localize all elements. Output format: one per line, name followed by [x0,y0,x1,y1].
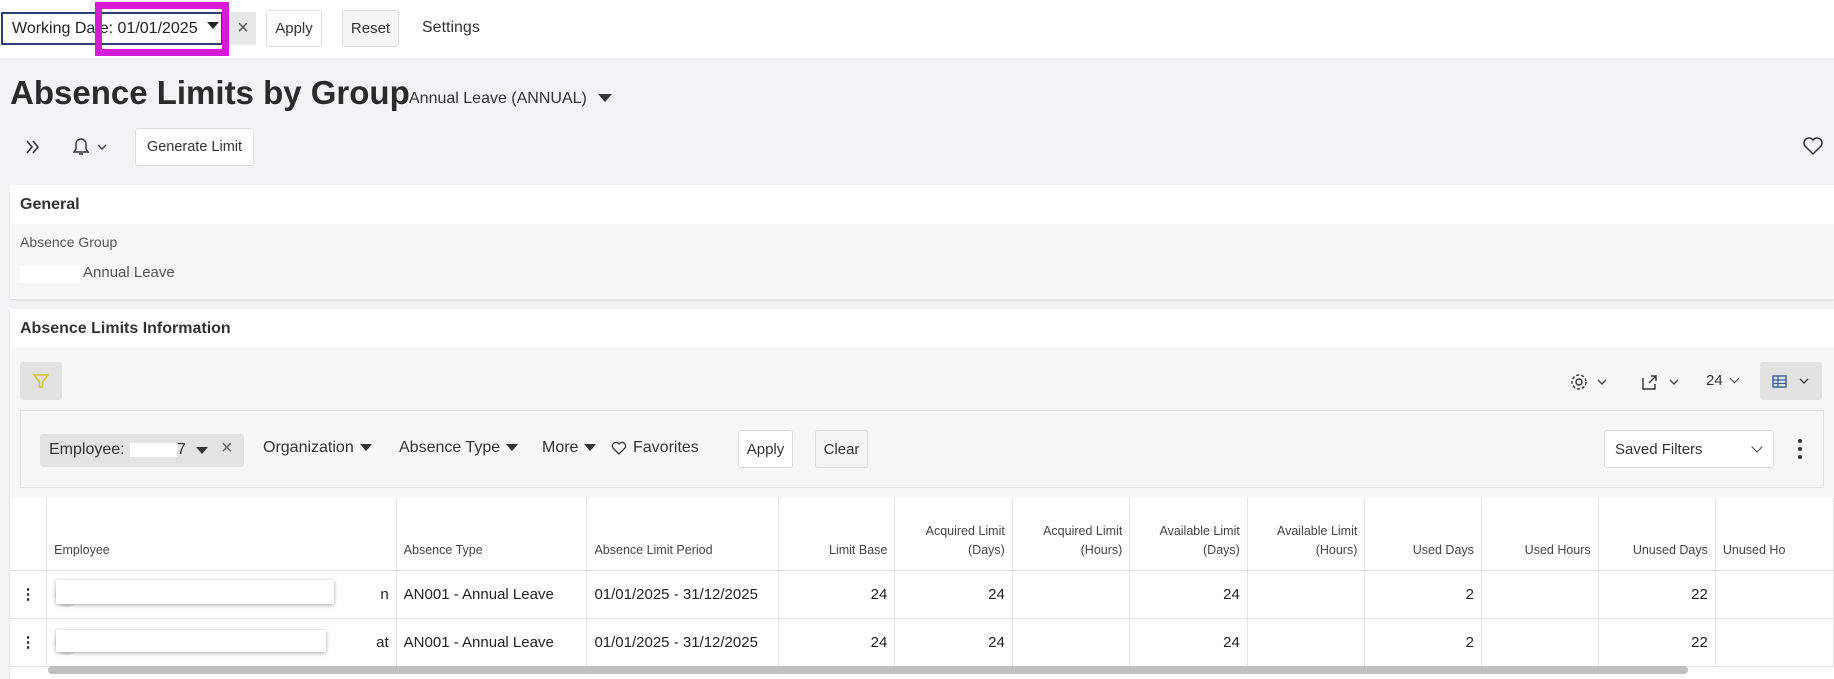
table-header-row: Employee Absence Type Absence Limit Peri… [10,498,1834,571]
employee-filter-chip[interactable]: Employee: 7 × [40,434,244,467]
redacted-employee [130,443,177,457]
export-icon[interactable] [1640,372,1682,392]
general-heading: General [20,196,80,213]
unused-days-cell: 22 [1598,618,1716,667]
filter-icon [32,374,50,388]
favorite-heart-icon[interactable] [1802,136,1824,156]
absence-type-label: Absence Type [399,439,501,456]
unused-hours-cell [1715,570,1834,619]
column-header[interactable]: Absence Limit Period [586,498,779,571]
column-header[interactable]: Unused Days [1598,498,1716,571]
period-cell: 01/01/2025 - 31/12/2025 [586,618,779,667]
info-heading: Absence Limits Information [20,320,231,337]
available-days-cell: 24 [1129,570,1248,619]
filter-apply-button[interactable]: Apply [738,430,793,468]
organization-filter[interactable]: Organization [263,439,372,457]
acquired-hours-cell [1012,570,1131,619]
employee-chip-label: Employee: [49,441,125,458]
limit-base-cell: 24 [778,618,896,667]
column-header[interactable]: Available Limit (Days) [1129,498,1248,571]
settings-link[interactable]: Settings [422,19,480,37]
column-header[interactable]: Acquired Limit (Hours) [1012,498,1131,571]
page-title: Absence Limits by Group [10,74,410,111]
absence-type-cell[interactable]: AN001 - Annual Leave [396,570,588,619]
page-size-value: 24 [1706,372,1723,389]
used-hours-cell [1481,570,1599,619]
view-mode-select[interactable] [1760,362,1822,400]
limit-base-cell: 24 [778,570,896,619]
settings-gear-icon[interactable] [1570,372,1610,392]
employee-chip-value: 7 [177,441,186,458]
used-days-cell: 2 [1364,618,1482,667]
unused-days-cell: 22 [1598,570,1716,619]
column-header[interactable]: Acquired Limit (Days) [894,498,1013,571]
caret-down-icon [359,444,372,452]
notification-bell-icon[interactable] [70,136,110,158]
redacted-employee-name [56,630,326,652]
column-header[interactable]: Absence Type [396,498,588,571]
page-size-select[interactable]: 24 [1706,372,1740,389]
absence-group-value: Annual Leave [83,264,175,281]
close-icon[interactable]: × [221,437,233,460]
general-body [10,224,1834,297]
horizontal-scrollbar[interactable] [48,666,1688,674]
working-date-label: Working Date: 01/01/2025 [12,19,198,37]
organization-label: Organization [263,439,354,456]
more-filter[interactable]: More [542,439,597,457]
used-days-cell: 2 [1364,570,1482,619]
favorites-filter[interactable]: Favorites [611,439,699,457]
caret-down-icon [584,444,597,452]
table-view-icon [1772,375,1809,388]
available-hours-cell [1247,618,1366,667]
chevron-down-icon [1729,373,1740,384]
caret-down-icon[interactable] [598,94,612,102]
absence-type-filter[interactable]: Absence Type [399,439,519,457]
absence-group-selector[interactable]: Annual Leave (ANNUAL) [409,90,587,108]
acquired-hours-cell [1012,618,1131,667]
redacted-code [20,266,80,283]
close-icon[interactable]: × [230,12,256,45]
favorites-label: Favorites [633,439,699,456]
chevron-down-icon [1751,441,1763,453]
row-menu-icon[interactable]: ⋮ [10,618,48,667]
column-header[interactable]: Employee [46,498,397,571]
caret-down-icon[interactable] [207,22,219,29]
redacted-employee-name [56,580,334,604]
unused-hours-cell [1715,618,1834,667]
used-hours-cell [1481,618,1599,667]
working-date-select[interactable]: Working Date: 01/01/2025 [1,12,223,45]
acquired-days-cell: 24 [894,570,1013,619]
filter-toggle-button[interactable] [20,362,62,400]
expand-sidebar-icon[interactable] [22,136,44,158]
heart-icon [611,441,627,455]
row-menu-icon[interactable]: ⋮ [10,570,48,619]
more-label: More [542,439,579,456]
generate-limit-button[interactable]: Generate Limit [135,128,254,166]
saved-filters-select[interactable]: Saved Filters [1604,430,1774,468]
filter-clear-button[interactable]: Clear [815,430,868,468]
saved-filters-label: Saved Filters [1615,441,1703,458]
absence-type-cell[interactable]: AN001 - Annual Leave [396,618,588,667]
more-options-icon[interactable] [1795,436,1805,462]
column-header[interactable]: Used Hours [1481,498,1599,571]
available-days-cell: 24 [1129,618,1248,667]
period-cell: 01/01/2025 - 31/12/2025 [586,570,779,619]
column-header[interactable]: Unused Ho [1715,498,1834,571]
caret-down-icon [506,444,519,452]
absence-group-label: Absence Group [20,234,118,250]
column-header[interactable]: Available Limit (Hours) [1247,498,1366,571]
reset-button[interactable]: Reset [342,10,399,47]
column-header-actions [10,498,48,571]
acquired-days-cell: 24 [894,618,1013,667]
apply-button[interactable]: Apply [266,10,322,47]
column-header[interactable]: Used Days [1364,498,1482,571]
available-hours-cell [1247,570,1366,619]
column-header[interactable]: Limit Base [778,498,896,571]
caret-down-icon[interactable] [196,447,208,454]
